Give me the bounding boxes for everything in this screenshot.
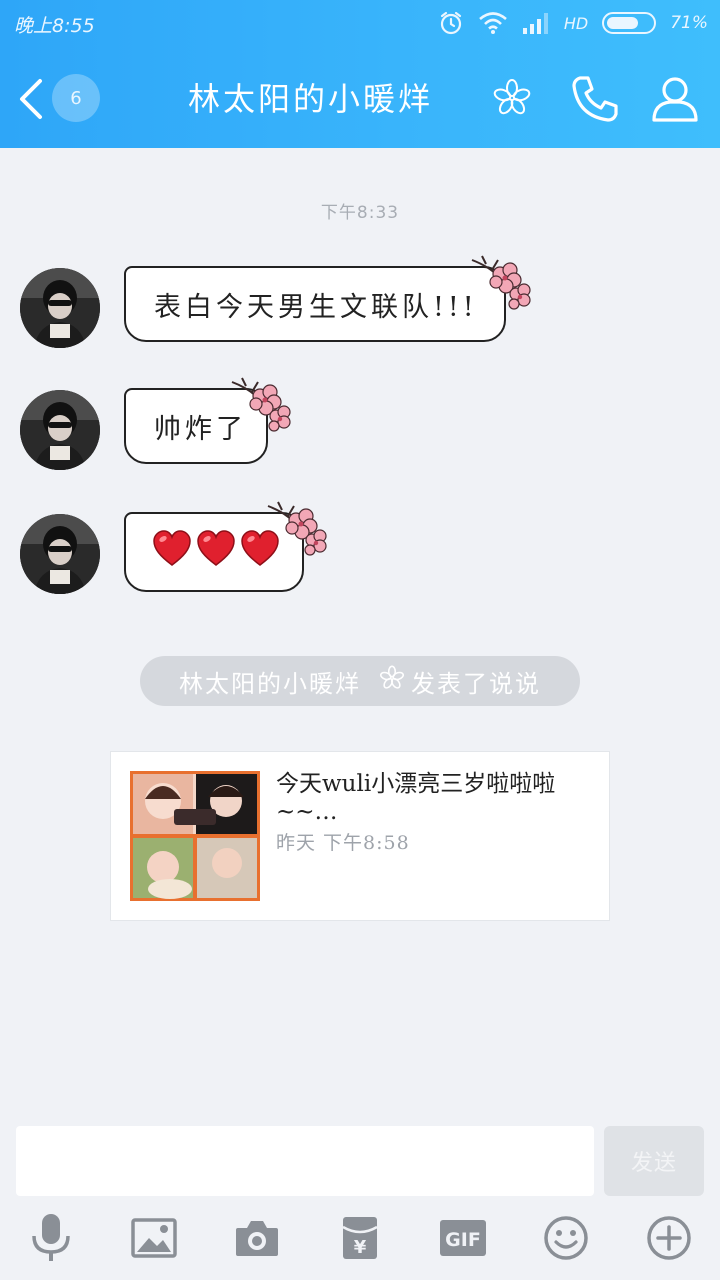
- avatar-photo: [20, 268, 100, 348]
- cherry-blossom-decoration: [468, 254, 532, 314]
- avatar[interactable]: [20, 268, 100, 348]
- red-packet-icon: ¥: [342, 1217, 378, 1259]
- flower-icon: [379, 665, 405, 697]
- status-indicators: HD 71%: [438, 9, 708, 37]
- message-row: 帅炸了: [0, 377, 720, 472]
- back-arrow-icon: [20, 79, 42, 119]
- more-button[interactable]: [641, 1210, 697, 1266]
- emoji-icon: [544, 1216, 588, 1260]
- notice-name: 林太阳的小暖烊: [179, 669, 361, 698]
- red-packet-button[interactable]: ¥: [332, 1210, 388, 1266]
- image-icon: [131, 1218, 177, 1258]
- back-button[interactable]: 6: [16, 70, 106, 126]
- chat-title: 林太阳的小暖烊: [188, 80, 434, 118]
- battery-icon: [602, 12, 657, 34]
- plus-icon: [647, 1216, 691, 1260]
- cherry-blossom-decoration: [264, 500, 328, 560]
- message-row: [0, 501, 720, 596]
- gif-icon: GIF: [440, 1220, 486, 1256]
- post-text: 今天wuli小漂亮三岁啦啦啦~~…: [276, 771, 556, 825]
- heart-emoji: [197, 529, 235, 566]
- post-thumbnail: [130, 771, 260, 901]
- chat-header: 晚上8:55 HD 71% 6 林太阳的小暖烊: [0, 0, 720, 148]
- gif-label: GIF: [445, 1229, 481, 1251]
- message-timestamp: 下午8:33: [320, 203, 400, 223]
- signal-icon: [522, 12, 550, 34]
- avatar[interactable]: [20, 390, 100, 470]
- flower-icon: [492, 78, 532, 122]
- post-time: 昨天 下午8:58: [276, 832, 410, 854]
- heart-emoji: [153, 529, 191, 566]
- emoji-button[interactable]: [538, 1210, 594, 1266]
- phone-icon: [572, 76, 618, 122]
- message-input[interactable]: [16, 1126, 594, 1196]
- status-bar: 晚上8:55 HD 71%: [0, 0, 720, 46]
- shared-post-card[interactable]: 今天wuli小漂亮三岁啦啦啦~~… 昨天 下午8:58: [110, 751, 610, 921]
- camera-button[interactable]: [229, 1210, 285, 1266]
- message-bubble[interactable]: 表白今天男生文联队!!!: [124, 266, 506, 342]
- unread-count-badge: 6: [52, 74, 100, 122]
- alarm-icon: [438, 10, 464, 36]
- send-button[interactable]: 发送: [604, 1126, 704, 1196]
- avatar-photo: [20, 514, 100, 594]
- nav-bar: 6 林太阳的小暖烊: [0, 46, 720, 148]
- voice-button[interactable]: [23, 1210, 79, 1266]
- photo-button[interactable]: [126, 1210, 182, 1266]
- camera-icon: [236, 1221, 278, 1256]
- avatar[interactable]: [20, 514, 100, 594]
- notice-action: 发表了说说: [411, 669, 541, 698]
- user-icon: [652, 77, 698, 122]
- input-toolbar: ¥ GIF: [0, 1210, 720, 1272]
- cherry-blossom-decoration: [228, 376, 292, 436]
- gif-button[interactable]: GIF: [435, 1210, 491, 1266]
- system-notice[interactable]: 林太阳的小暖烊 发表了说说: [140, 656, 580, 706]
- call-button[interactable]: [568, 72, 622, 126]
- wifi-icon: [478, 11, 508, 35]
- network-type: HD: [563, 13, 589, 33]
- red-packet-glyph: ¥: [354, 1237, 367, 1258]
- status-time: 晚上8:55: [14, 15, 95, 37]
- message-text: 表白今天男生文联队!!!: [154, 291, 478, 323]
- profile-button[interactable]: [648, 72, 702, 126]
- avatar-photo: [20, 390, 100, 470]
- message-row: 表白今天男生文联队!!!: [0, 255, 720, 350]
- microphone-icon: [32, 1214, 70, 1261]
- battery-percent: 71%: [670, 13, 708, 33]
